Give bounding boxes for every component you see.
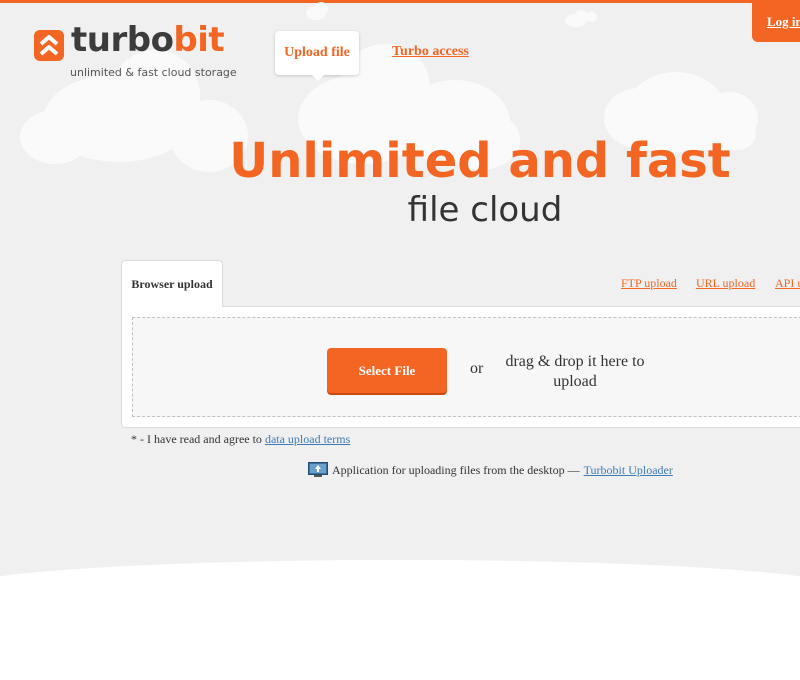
nav-turbo-access[interactable]: Turbo access bbox=[392, 44, 469, 60]
drop-zone[interactable] bbox=[132, 317, 800, 417]
tab-browser-upload[interactable]: Browser upload bbox=[121, 260, 223, 307]
tab-api-upload[interactable]: API upload bbox=[775, 276, 800, 291]
download-monitor-icon bbox=[308, 462, 328, 477]
nav-upload-file[interactable]: Upload file bbox=[275, 31, 359, 81]
terms-notice: * - I have read and agree to data upload… bbox=[131, 432, 350, 447]
or-separator: or bbox=[470, 360, 484, 377]
desktop-app-notice: Application for uploading files from the… bbox=[308, 462, 673, 478]
nav-upload-file-label: Upload file bbox=[284, 45, 350, 60]
desktop-app-text: Application for uploading files from the… bbox=[332, 462, 580, 477]
logo-tagline: unlimited & fast cloud storage bbox=[70, 66, 237, 79]
nav-pointer bbox=[311, 74, 325, 81]
top-accent-line bbox=[0, 0, 800, 3]
hero-title: Unlimited and fast bbox=[229, 133, 731, 189]
chevrons-up-icon bbox=[34, 30, 64, 61]
tab-ftp-upload[interactable]: FTP upload bbox=[621, 276, 677, 291]
terms-link[interactable]: data upload terms bbox=[265, 432, 350, 446]
terms-prefix: * - I have read and agree to bbox=[131, 432, 262, 446]
hero-subtitle: file cloud bbox=[407, 190, 563, 230]
select-file-button[interactable]: Select File bbox=[327, 348, 447, 393]
footer-wave bbox=[0, 560, 800, 680]
drag-drop-hint: drag & drop it here to upload bbox=[505, 353, 645, 390]
turbobit-uploader-link[interactable]: Turbobit Uploader bbox=[584, 463, 673, 478]
login-button[interactable]: Log in bbox=[752, 0, 800, 42]
tab-url-upload[interactable]: URL upload bbox=[696, 276, 755, 291]
logo-wordmark: turbobit bbox=[71, 20, 225, 60]
